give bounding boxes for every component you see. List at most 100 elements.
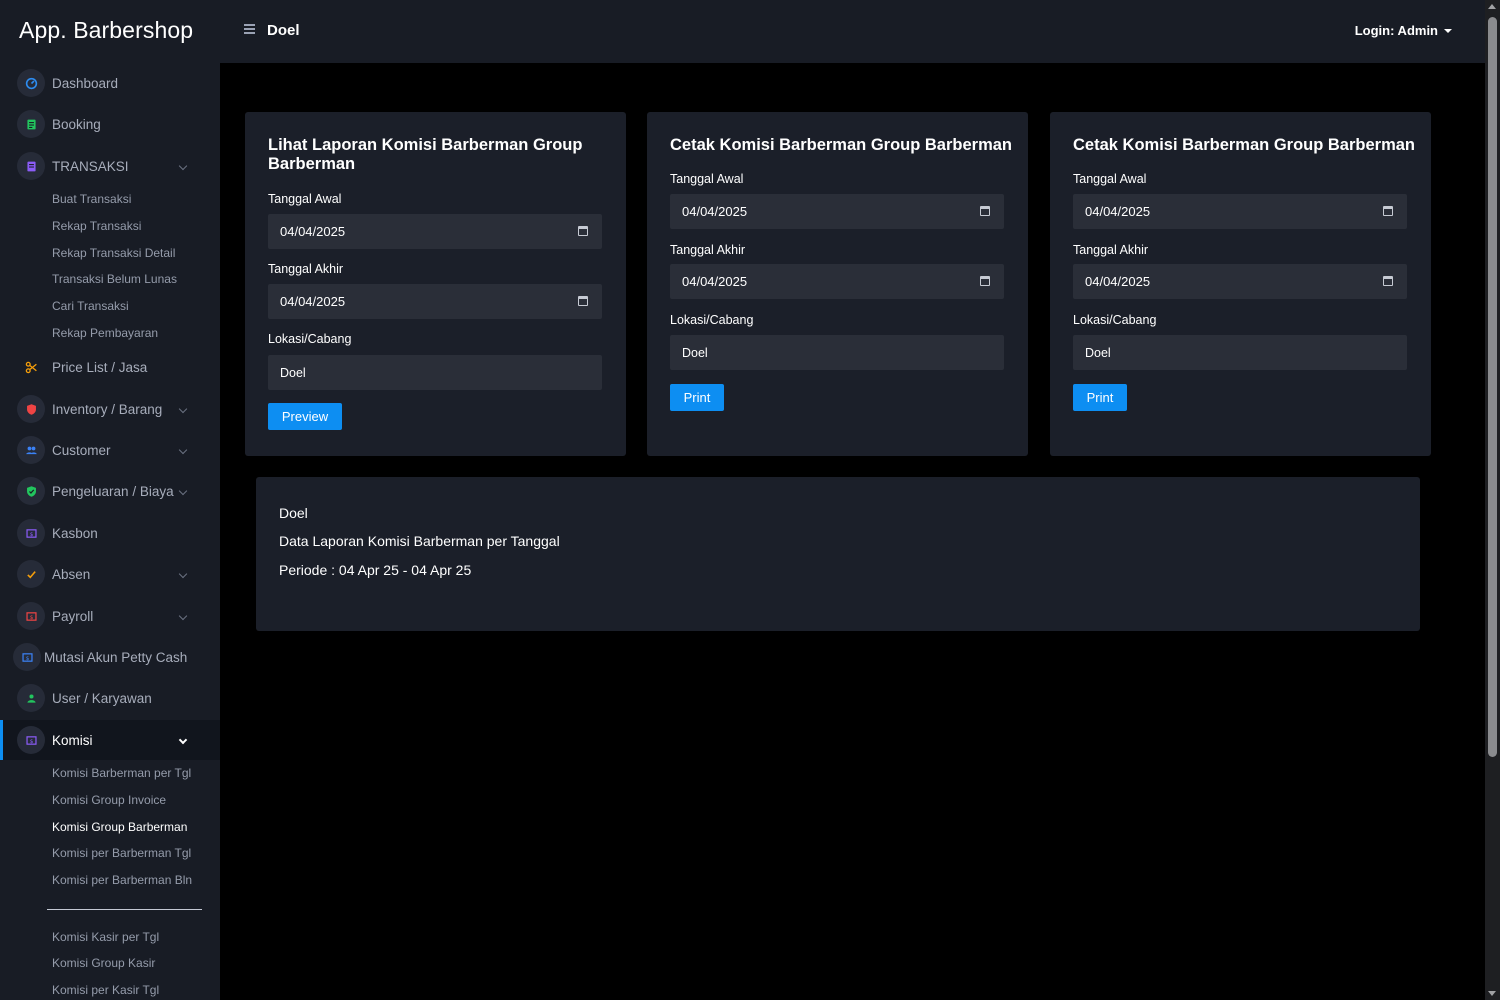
chevron-down-icon [178,486,188,496]
submenu-item[interactable]: Komisi per Kasir Tgl [52,983,159,997]
location-select[interactable]: Doel [670,335,1004,370]
sidebar: Dashboard Booking TRANSAKSI Buat Transak… [0,63,220,1000]
end-date-label: Tanggal Akhir [268,262,344,276]
calendar-icon[interactable] [980,206,990,216]
sidebar-item-petty-cash[interactable]: $ Mutasi Akun Petty Cash [0,637,220,677]
preview-button[interactable]: Preview [268,403,342,430]
report-location: Doel [279,505,308,521]
active-indicator [0,720,3,760]
start-date-input[interactable]: 04/04/2025 [268,214,602,249]
submenu-item[interactable]: Transaksi Belum Lunas [52,272,177,286]
start-date-label: Tanggal Awal [670,172,744,186]
start-date-value: 04/04/2025 [1085,204,1151,219]
sidebar-item-label: Price List / Jasa [52,359,148,375]
start-date-label: Tanggal Awal [1073,172,1147,186]
login-label: Login: Admin [1354,23,1438,38]
start-date-input[interactable]: 04/04/2025 [1073,194,1407,229]
submenu-divider [47,909,202,910]
submenu-item[interactable]: Komisi Kasir per Tgl [52,930,159,944]
gauge-icon [17,69,45,97]
scroll-up-arrow-icon[interactable] [1488,4,1496,9]
scroll-down-arrow-icon[interactable] [1488,991,1496,996]
location-value: Doel [682,345,708,360]
money-icon: $ [17,519,45,547]
sidebar-item-komisi[interactable]: $ Komisi [0,720,220,760]
sidebar-item-payroll[interactable]: $ Payroll [0,596,220,636]
document-icon [17,152,45,180]
location-value: Doel [280,365,306,380]
card-title: Cetak Komisi Barberman Group Barberman [1073,136,1416,154]
page-title: Doel [267,22,300,39]
chevron-down-icon [178,569,188,579]
report-panel: Doel Data Laporan Komisi Barberman per T… [256,477,1420,631]
submenu-item[interactable]: Komisi Group Invoice [52,793,166,807]
sidebar-item-label: Booking [52,116,101,132]
end-date-value: 04/04/2025 [1085,274,1151,289]
calendar-icon[interactable] [1383,206,1393,216]
preview-report-card: Lihat Laporan Komisi Barberman Group Bar… [245,112,626,456]
submenu-item[interactable]: Rekap Pembayaran [52,326,158,340]
submenu-item[interactable]: Rekap Transaksi [52,219,141,233]
calendar-icon[interactable] [578,296,588,306]
sidebar-item-customer[interactable]: Customer [0,430,220,470]
chevron-down-icon [178,161,188,171]
app-brand[interactable]: App. Barbershop [19,17,193,44]
submenu-item[interactable]: Rekap Transaksi Detail [52,246,175,260]
sidebar-item-label: Kasbon [52,525,98,541]
card-title: Lihat Laporan Komisi Barberman Group Bar… [268,136,583,173]
location-value: Doel [1085,345,1111,360]
submenu-item[interactable]: Komisi per Barberman Bln [52,873,192,887]
end-date-label: Tanggal Akhir [1073,243,1149,257]
submenu-item[interactable]: Buat Transaksi [52,192,131,206]
calendar-icon[interactable] [578,226,588,236]
app-root: App. Barbershop Doel Login: Admin Dashbo… [0,0,1500,1000]
sidebar-item-label: Pengeluaran / Biaya [52,483,174,499]
sidebar-item-pengeluaran[interactable]: Pengeluaran / Biaya [0,471,220,511]
caret-down-icon [1444,28,1452,33]
sidebar-item-label: Dashboard [52,75,119,91]
submenu-item[interactable]: Cari Transaksi [52,299,129,313]
report-title: Data Laporan Komisi Barberman per Tangga… [279,533,560,549]
submenu-item[interactable]: Komisi Group Kasir [52,956,155,970]
start-date-value: 04/04/2025 [682,204,748,219]
end-date-input[interactable]: 04/04/2025 [268,284,602,319]
shield-check-icon [17,477,45,505]
sidebar-item-label: Payroll [52,608,94,624]
sidebar-item-booking[interactable]: Booking [0,104,220,144]
user-icon [17,684,45,712]
print-button[interactable]: Print [670,384,724,411]
chevron-down-icon [178,735,188,745]
sidebar-item-dashboard[interactable]: Dashboard [0,63,220,103]
submenu-item[interactable]: Komisi Barberman per Tgl [52,766,191,780]
submenu-item-current[interactable]: Komisi Group Barberman [52,820,187,834]
end-date-input[interactable]: 04/04/2025 [1073,264,1407,299]
sidebar-item-price-list[interactable]: Price List / Jasa [0,347,220,387]
report-period: Periode : 04 Apr 25 - 04 Apr 25 [279,562,472,578]
location-label: Lokasi/Cabang [1073,313,1157,327]
login-dropdown[interactable]: Login: Admin [1355,23,1452,38]
location-select[interactable]: Doel [268,355,602,390]
chevron-down-icon [178,404,188,414]
sidebar-item-label: TRANSAKSI [52,158,129,174]
svg-text:$: $ [29,614,33,620]
sidebar-item-transaksi[interactable]: TRANSAKSI [0,146,220,186]
start-date-input[interactable]: 04/04/2025 [670,194,1004,229]
end-date-input[interactable]: 04/04/2025 [670,264,1004,299]
print-button[interactable]: Print [1073,384,1127,411]
location-select[interactable]: Doel [1073,335,1407,370]
topbar: App. Barbershop Doel Login: Admin [0,0,1485,63]
page-scrollbar[interactable] [1485,0,1500,1000]
calendar-icon[interactable] [1383,276,1393,286]
location-label: Lokasi/Cabang [670,313,754,327]
submenu-item[interactable]: Komisi per Barberman Tgl [52,846,191,860]
sidebar-item-kasbon[interactable]: $ Kasbon [0,513,220,553]
sidebar-item-user[interactable]: User / Karyawan [0,678,220,718]
sidebar-item-absen[interactable]: Absen [0,554,220,594]
menu-toggle-icon[interactable] [244,24,255,36]
sidebar-item-inventory[interactable]: Inventory / Barang [0,389,220,429]
scrollbar-thumb[interactable] [1488,17,1497,757]
calendar-icon[interactable] [980,276,990,286]
end-date-value: 04/04/2025 [280,294,346,309]
shield-icon [17,395,45,423]
end-date-label: Tanggal Akhir [670,243,746,257]
